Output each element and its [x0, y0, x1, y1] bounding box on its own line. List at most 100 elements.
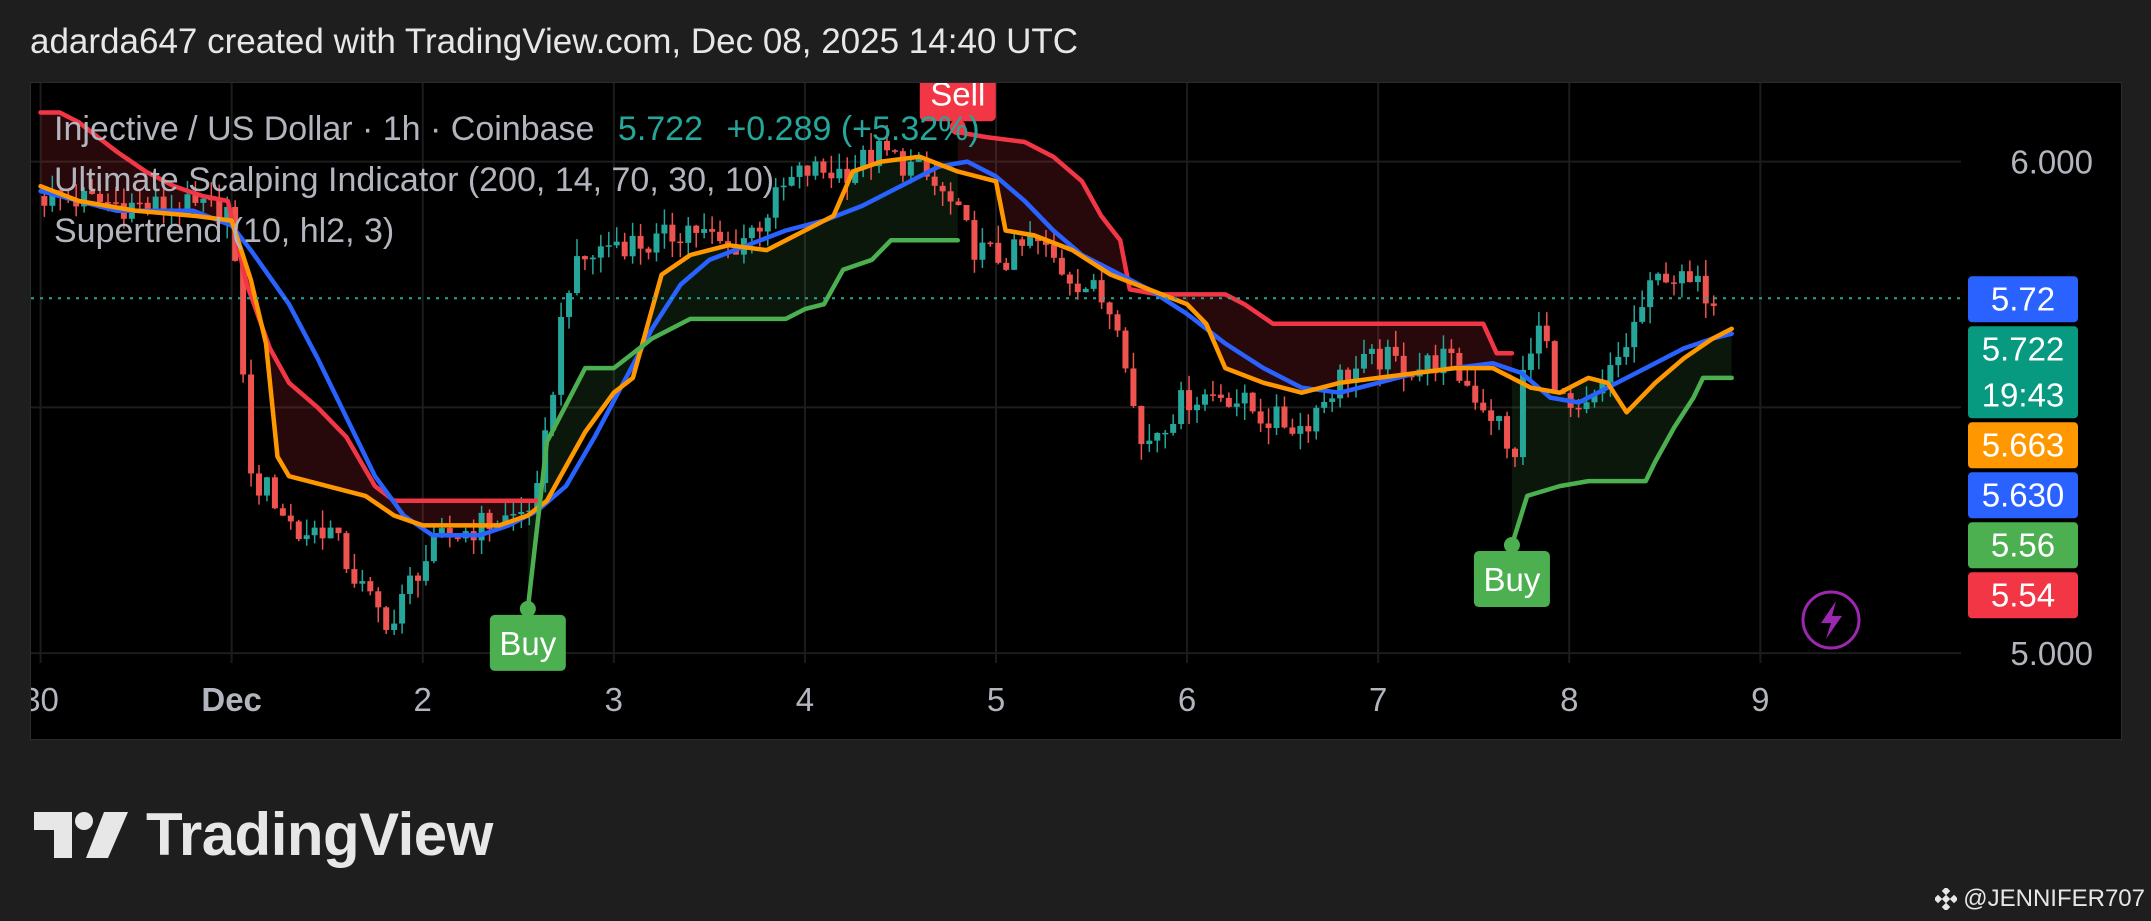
candle-body: [271, 477, 278, 509]
tradingview-logo: TradingView: [34, 800, 493, 869]
candle-body: [375, 591, 382, 608]
price-label-text: 5.72: [1991, 280, 2055, 317]
candle-body: [1114, 314, 1121, 331]
last-price: 5.722: [617, 110, 703, 148]
candle-body: [1543, 325, 1550, 342]
price-label-text: 5.722: [1982, 330, 2065, 367]
symbol-name: Injective / US Dollar · 1h · Coinbase: [54, 110, 595, 148]
candle-body: [1305, 426, 1312, 432]
candle-body: [422, 561, 429, 581]
x-tick-label: 2: [414, 681, 432, 718]
chart-header: adarda647 created with TradingView.com, …: [30, 22, 1079, 61]
x-tick-label: 7: [1369, 681, 1387, 718]
x-tick-label: 6: [1178, 681, 1196, 718]
y-tick-label: 6.000: [2010, 144, 2093, 181]
symbol-line: Injective / US Dollar · 1h · Coinbase 5.…: [54, 104, 980, 155]
tradingview-logo-text: TradingView: [146, 801, 493, 868]
price-labels: 5.72 5.722 19:43 5.663 5.630 5.56 5.54: [1968, 276, 2078, 619]
candle-body: [1511, 448, 1518, 458]
candle-body: [399, 593, 406, 624]
candle-body: [1583, 402, 1590, 410]
lightning-icon-bolt: [1821, 601, 1842, 639]
candle-body: [1154, 433, 1161, 441]
x-tick-label: 3: [605, 681, 623, 718]
candle-body: [510, 514, 517, 516]
candle-body: [1575, 407, 1582, 410]
candle-body: [1551, 341, 1558, 393]
candle-body: [558, 316, 565, 395]
candle-body: [414, 575, 421, 581]
candle-body: [1710, 303, 1717, 306]
candle-body: [1058, 257, 1065, 275]
candle-body: [1631, 321, 1638, 348]
candle-body: [979, 242, 986, 260]
candle-body: [1146, 440, 1153, 445]
candle-body: [1702, 275, 1709, 304]
candle-body: [41, 196, 48, 206]
candle-body: [311, 527, 318, 536]
candle-body: [1027, 236, 1034, 246]
candle-body: [1424, 355, 1431, 370]
candle-body: [1535, 325, 1542, 354]
candle-body: [1249, 392, 1256, 412]
lightning-icon[interactable]: [1801, 590, 1861, 650]
candle-body: [263, 477, 270, 496]
candle-body: [1504, 416, 1511, 449]
candle-body: [1178, 390, 1185, 425]
candle-body: [1623, 347, 1630, 357]
tradingview-logo-icon: [34, 811, 128, 858]
candle-body: [1281, 406, 1288, 428]
signal-label: Buy: [1484, 561, 1541, 598]
candle-body: [359, 581, 366, 584]
signal-dot: [519, 600, 536, 617]
candle-body: [295, 521, 302, 540]
candle-body: [1480, 402, 1487, 411]
candle-body: [367, 581, 374, 592]
y-tick-label: 5.000: [2010, 635, 2093, 672]
chart-legend: Injective / US Dollar · 1h · Coinbase 5.…: [54, 104, 980, 257]
x-tick-label: 8: [1560, 681, 1578, 718]
candle-body: [1170, 424, 1177, 433]
candle-body: [335, 527, 342, 534]
candle-body: [303, 535, 310, 540]
candle-body: [1209, 394, 1216, 396]
price-label-text: 5.630: [1982, 476, 2065, 513]
candle-body: [1074, 283, 1081, 293]
candle-body: [1130, 368, 1137, 406]
candle-body: [1194, 404, 1201, 411]
candle-body: [1106, 302, 1113, 315]
candle-body: [1003, 262, 1010, 270]
signal-dot: [1503, 537, 1520, 554]
price-label-text: 5.54: [1991, 576, 2055, 613]
candle-body: [1273, 406, 1280, 428]
candle-body: [1368, 348, 1375, 354]
candle-body: [1321, 401, 1328, 408]
candle-body: [256, 473, 263, 496]
red-band-fill: [957, 132, 1512, 393]
candle-body: [1647, 280, 1654, 308]
candle-body: [1138, 405, 1145, 445]
candle-body: [1392, 346, 1399, 356]
candle-body: [1011, 239, 1018, 270]
watermark-text: @JENNIFER707: [1963, 885, 2145, 912]
candle-body: [1225, 397, 1232, 407]
green-band-fill: [1511, 328, 1732, 545]
candle-body: [566, 293, 573, 317]
candle-body: [1527, 353, 1534, 370]
candle-body: [573, 256, 580, 294]
candle-body: [1607, 365, 1614, 383]
candle-body: [995, 242, 1002, 263]
candle-body: [454, 537, 461, 540]
candle-body: [518, 511, 525, 515]
candle-body: [1639, 307, 1646, 322]
candle-body: [1162, 432, 1169, 435]
candle-body: [351, 569, 358, 584]
candle-body: [1496, 416, 1503, 421]
candle-body: [1329, 398, 1336, 402]
candle-body: [1050, 244, 1057, 258]
candle-body: [1122, 330, 1129, 369]
candle-body: [1186, 390, 1193, 411]
candle-body: [287, 515, 294, 522]
candle-body: [1201, 394, 1208, 405]
candle-body: [1360, 353, 1367, 369]
